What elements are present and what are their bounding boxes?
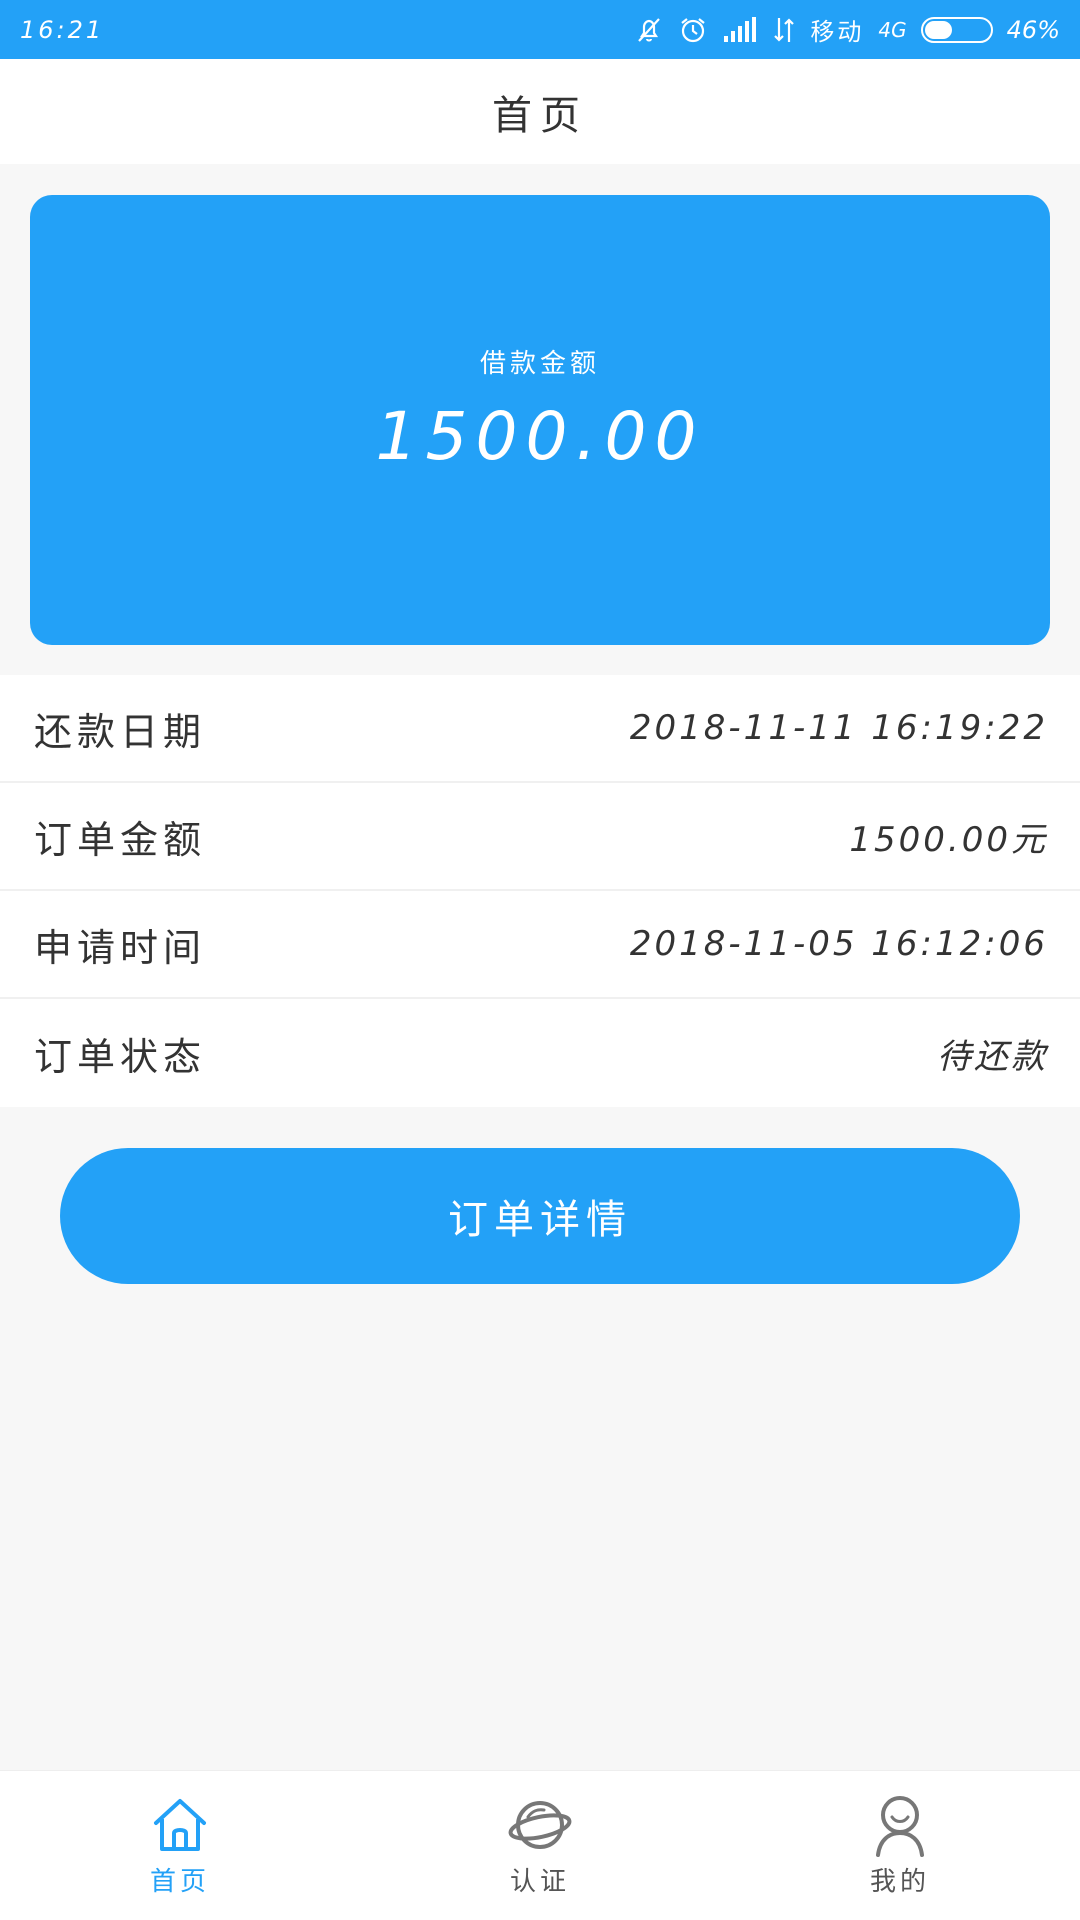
signal-icon [724, 16, 757, 42]
bottom-nav: 首页 认证 我的 [0, 1770, 1080, 1920]
info-value: 2018-11-11 16:19:22 [629, 708, 1048, 748]
info-label: 订单金额 [34, 817, 207, 862]
planet-icon [508, 1801, 572, 1849]
home-icon [154, 1799, 206, 1851]
info-row-order-amount: 订单金额 1500.00元 [0, 783, 1080, 891]
nav-item-verify[interactable]: 认证 [440, 1793, 640, 1898]
info-label: 申请时间 [34, 925, 207, 970]
nav-item-home[interactable]: 首页 [80, 1793, 280, 1898]
nav-label-verify: 认证 [509, 1867, 570, 1897]
battery-icon [920, 16, 993, 43]
nav-label-home: 首页 [149, 1867, 210, 1897]
status-bar: 16:21 移动 4G 46% [0, 0, 1080, 59]
info-label: 还款日期 [34, 709, 207, 754]
info-row-order-status: 订单状态 待还款 [0, 999, 1080, 1107]
info-label: 订单状态 [34, 1034, 207, 1079]
nav-label-mine: 我的 [869, 1867, 930, 1897]
loan-amount-label: 借款金额 [479, 349, 600, 379]
network-type: 4G [878, 17, 907, 42]
info-row-repay-date: 还款日期 2018-11-11 16:19:22 [0, 675, 1080, 783]
status-icons: 移动 4G 46% [634, 12, 1060, 47]
order-status-value: 待还款 [937, 1036, 1048, 1077]
page-title: 首页 [492, 92, 588, 139]
info-row-apply-time: 申请时间 2018-11-05 16:12:06 [0, 891, 1080, 999]
info-value: 1500.00元 [849, 819, 1048, 860]
battery-percent: 46% [1006, 15, 1060, 44]
battery-level [924, 20, 952, 39]
app-screen: 16:21 移动 4G 46% 首页 借款金额 1500.00 还款日期 201… [0, 0, 1080, 1920]
data-transfer-icon [774, 17, 795, 42]
loan-amount-card: 借款金额 1500.00 [30, 195, 1050, 645]
nav-item-mine[interactable]: 我的 [800, 1793, 1000, 1898]
loan-amount-value: 1500.00 [375, 398, 705, 475]
order-detail-button[interactable]: 订单详情 [60, 1148, 1020, 1284]
person-icon [876, 1796, 924, 1857]
status-time: 16:21 [20, 15, 105, 44]
info-value: 2018-11-05 16:12:06 [629, 924, 1048, 964]
order-info-list: 还款日期 2018-11-11 16:19:22 订单金额 1500.00元 申… [0, 675, 1080, 1107]
alarm-icon [681, 17, 706, 42]
carrier-name: 移动 [810, 18, 865, 46]
bell-muted-icon [638, 17, 661, 42]
title-bar: 首页 [0, 59, 1080, 164]
